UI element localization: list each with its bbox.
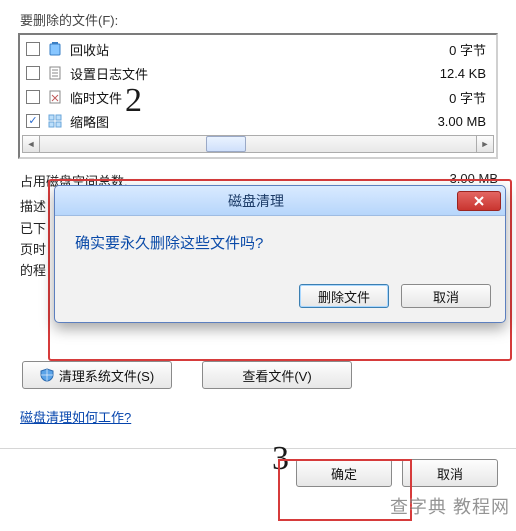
- file-row[interactable]: 临时文件 0 字节: [20, 85, 496, 109]
- button-label: 查看文件(V): [242, 366, 311, 385]
- close-button[interactable]: [457, 191, 501, 211]
- file-size: 3.00 MB: [416, 114, 486, 129]
- shield-icon: [40, 368, 54, 382]
- file-name: 缩略图: [70, 112, 416, 131]
- files-list: 回收站 0 字节 设置日志文件 12.4 KB 临时文件 0 字节 ✓: [18, 33, 498, 159]
- button-label: 清理系统文件(S): [59, 366, 154, 385]
- recycle-bin-icon: [46, 40, 64, 58]
- file-size: 12.4 KB: [416, 66, 486, 81]
- ok-button[interactable]: 确定: [296, 459, 392, 487]
- file-name: 设置日志文件: [70, 64, 416, 83]
- temp-file-icon: [46, 88, 64, 106]
- file-row[interactable]: ✓ 缩略图 3.00 MB: [20, 109, 496, 133]
- file-name: 回收站: [70, 40, 416, 59]
- file-row[interactable]: 回收站 0 字节: [20, 37, 496, 61]
- dialog-title: 磁盘清理: [55, 191, 457, 211]
- horizontal-scrollbar[interactable]: ◄ ►: [20, 133, 496, 157]
- log-file-icon: [46, 64, 64, 82]
- checkbox[interactable]: ✓: [26, 114, 40, 128]
- thumbnail-icon: [46, 112, 64, 130]
- dialog-titlebar[interactable]: 磁盘清理: [55, 186, 505, 216]
- cancel-button[interactable]: 取消: [402, 459, 498, 487]
- checkbox[interactable]: [26, 90, 40, 104]
- dialog-cancel-button[interactable]: 取消: [401, 284, 491, 308]
- file-name: 临时文件: [70, 88, 416, 107]
- checkbox[interactable]: [26, 66, 40, 80]
- view-files-button[interactable]: 查看文件(V): [202, 361, 352, 389]
- files-header: 要删除的文件(F):: [20, 10, 498, 29]
- scroll-left-arrow[interactable]: ◄: [22, 135, 40, 153]
- file-row[interactable]: 设置日志文件 12.4 KB: [20, 61, 496, 85]
- file-size: 0 字节: [416, 88, 486, 107]
- delete-files-button[interactable]: 删除文件: [299, 284, 389, 308]
- close-icon: [473, 196, 485, 206]
- dialog-message: 确实要永久删除这些文件吗?: [75, 232, 485, 253]
- scroll-right-arrow[interactable]: ►: [476, 135, 494, 153]
- confirmation-dialog: 磁盘清理 确实要永久删除这些文件吗? 删除文件 取消: [54, 185, 506, 323]
- checkbox[interactable]: [26, 42, 40, 56]
- scroll-track[interactable]: [40, 135, 476, 153]
- file-size: 0 字节: [416, 40, 486, 59]
- scroll-thumb[interactable]: [206, 136, 246, 152]
- help-link[interactable]: 磁盘清理如何工作?: [20, 407, 131, 426]
- clean-system-files-button[interactable]: 清理系统文件(S): [22, 361, 172, 389]
